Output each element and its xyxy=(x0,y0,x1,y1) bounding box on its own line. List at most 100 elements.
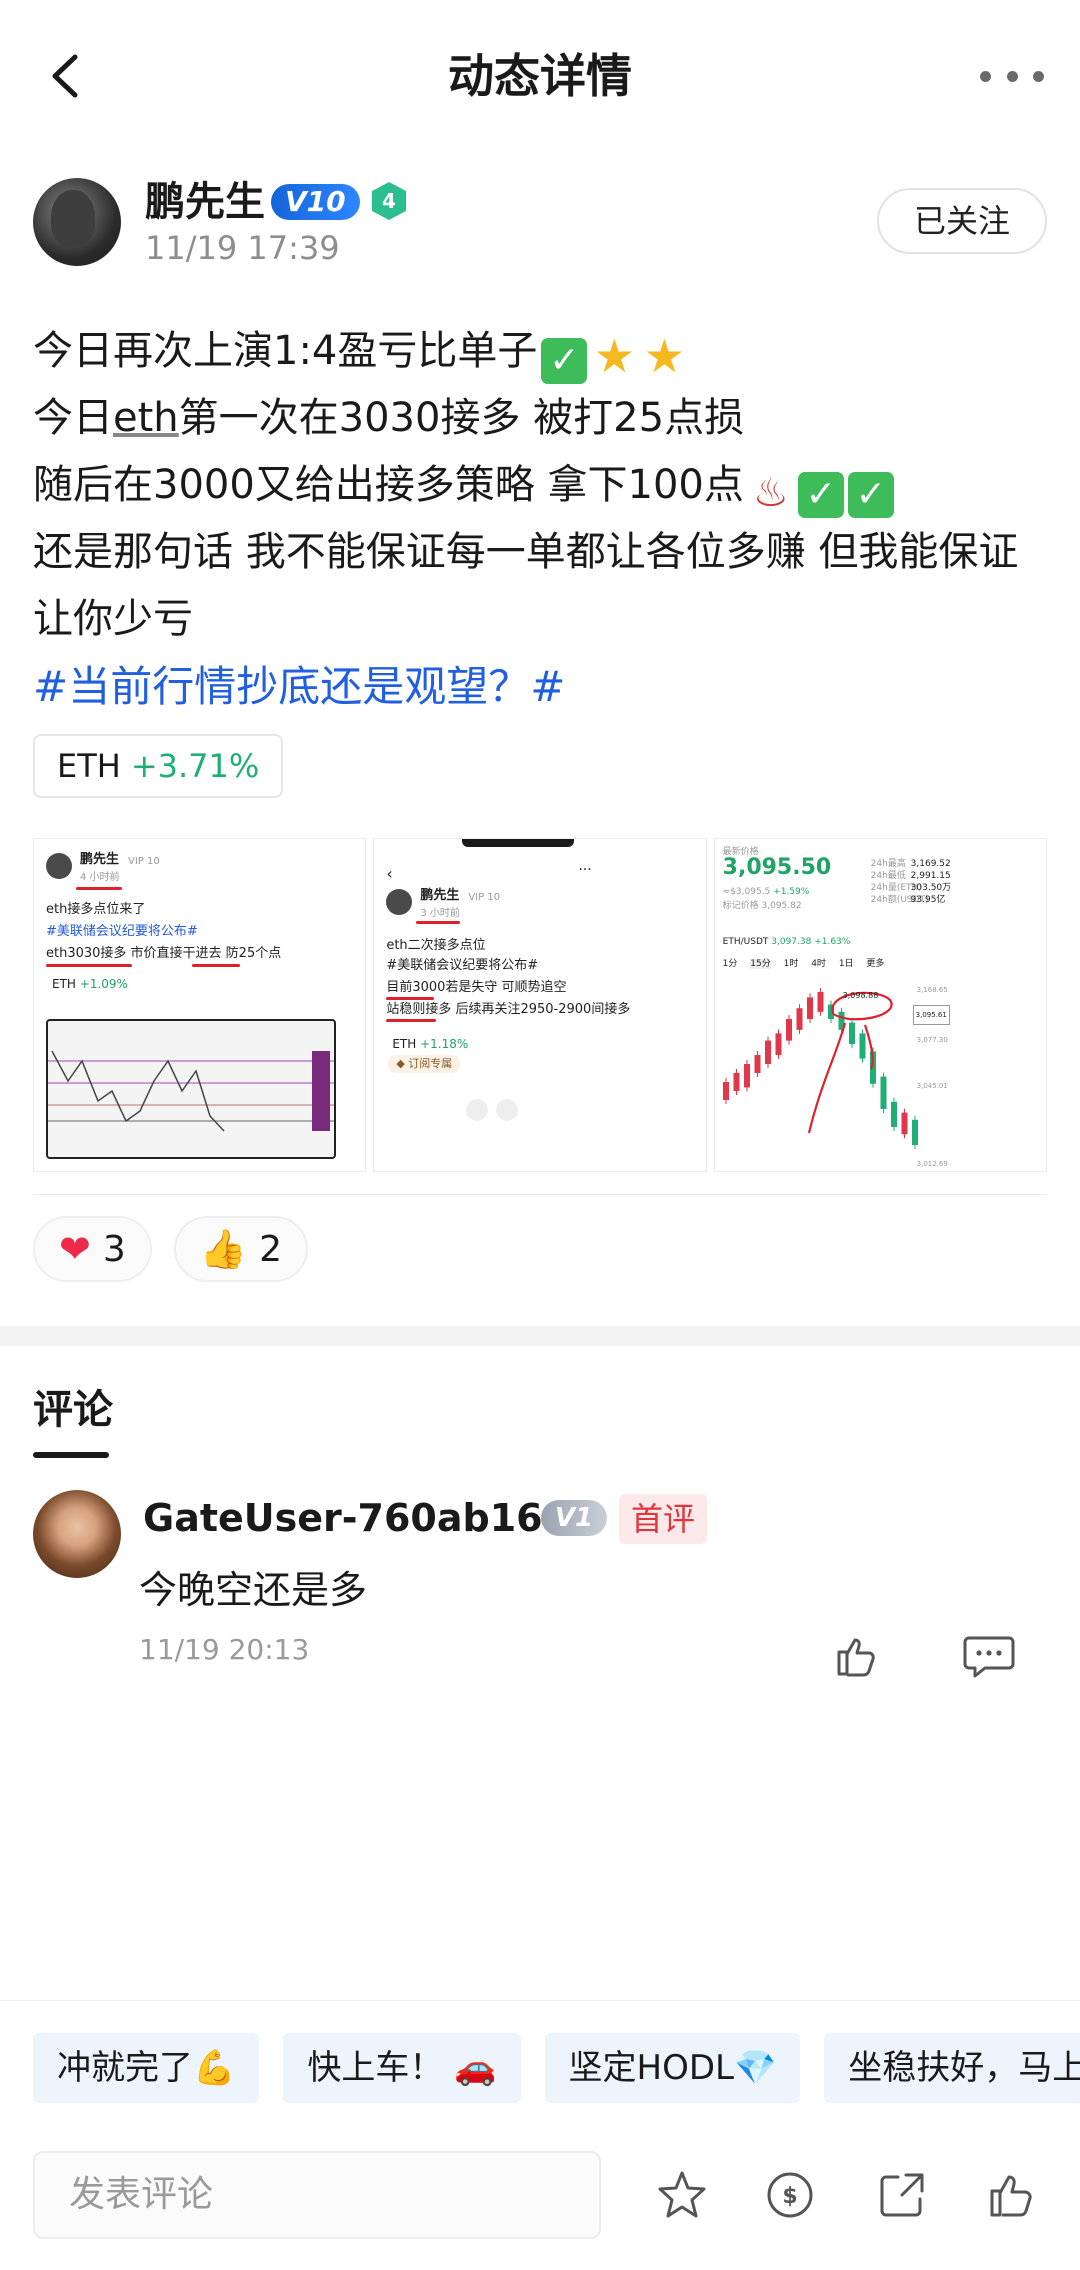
post-line: 还是那句话 我不能保证每一单都让各位多赚 但我能保证让你少亏 xyxy=(33,529,1019,642)
quick-reply-button[interactable]: 冲就完了💪 xyxy=(33,2033,260,2103)
section-separator xyxy=(0,1326,1080,1346)
reaction-heart-button[interactable]: ❤ 3 xyxy=(33,1216,152,1282)
post-text: 今日再次上演1:4盈亏比单子 xyxy=(33,328,538,374)
image-text: 目前3000若是失守 可顺势追空 xyxy=(386,980,567,995)
post-text: 今日 xyxy=(33,395,113,441)
candle xyxy=(890,1101,897,1127)
dot-icon xyxy=(1006,70,1018,82)
image-thumbnail[interactable]: ‹ ··· 鹏先生 VIP 10 3 小时前 eth二次接多点位 #美联储会议纪… xyxy=(373,838,707,1172)
red-annotation xyxy=(386,1019,437,1022)
share-icon[interactable] xyxy=(876,2169,928,2221)
image-gallery: 鹏先生 VIP 10 4 小时前 eth接多点位来了 #美联储会议纪要将公布# … xyxy=(33,838,1047,1172)
candle xyxy=(775,1033,782,1055)
image-text: eth接多点位来了 xyxy=(46,902,146,917)
tab-indicator xyxy=(33,1452,109,1458)
reaction-count: 3 xyxy=(102,1228,126,1270)
image-text: 标记价格 3,095.82 xyxy=(722,901,802,911)
check-mark-icon: ✓ xyxy=(541,338,588,384)
image-time: 4 小时前 xyxy=(80,872,120,883)
mini-chart-lines xyxy=(48,1050,334,1132)
svg-text:$: $ xyxy=(782,2184,797,2209)
post-text: 第一次在3030接多 被打25点损 xyxy=(178,395,745,441)
ticker-change: +3.71% xyxy=(130,747,260,785)
candle xyxy=(796,1008,803,1030)
hashtag-link[interactable]: #当前行情抄底还是观望？# xyxy=(33,653,1050,720)
candle xyxy=(817,992,824,1012)
check-mark-icon: ✓ xyxy=(797,472,844,518)
heart-icon: ❤ xyxy=(59,1227,91,1271)
ticker-chip[interactable]: ETH +3.71% xyxy=(33,734,284,798)
subscribe-tag: ◆ 订阅专属 xyxy=(388,1055,461,1073)
candle xyxy=(911,1119,918,1145)
top-bar: 动态详情 xyxy=(0,0,1080,150)
commenter-avatar[interactable] xyxy=(33,1490,121,1578)
post-timestamp: 11/19 17:39 xyxy=(145,229,340,267)
image-text: eth3030接多 市价直接干进去 防25个点 xyxy=(46,946,282,961)
red-annotation xyxy=(46,964,132,967)
follow-button[interactable]: 已关注 xyxy=(877,188,1047,254)
image-author: 鹏先生 xyxy=(80,852,120,867)
avatar xyxy=(46,853,72,879)
image-vip: VIP 10 xyxy=(468,892,501,903)
red-annotation xyxy=(807,991,893,1134)
reactions-row: ❤ 3 👍 2 xyxy=(33,1216,308,1282)
reaction-thumbs-button[interactable]: 👍 2 xyxy=(173,1216,308,1282)
author-avatar[interactable] xyxy=(33,178,121,266)
candle xyxy=(743,1064,750,1088)
candle xyxy=(859,1033,866,1059)
thumbs-up-icon[interactable] xyxy=(833,1632,881,1680)
image-text: #美联储会议纪要将公布# xyxy=(46,924,198,939)
quick-reply-button[interactable]: 坚定HODL💎 xyxy=(544,2033,801,2103)
level-badge-icon: 4 xyxy=(372,182,406,220)
post-line: 随后在3000又给出接多策略 拿下100点 ♨ ✓ ✓ xyxy=(33,452,1050,519)
tip-coin-icon[interactable]: $ xyxy=(764,2169,816,2221)
red-annotation xyxy=(386,997,435,1000)
star-icon: ★ xyxy=(593,329,635,383)
vip-badge: V1 xyxy=(541,1500,607,1536)
image-thumbnail[interactable]: 鹏先生 VIP 10 4 小时前 eth接多点位来了 #美联储会议纪要将公布# … xyxy=(33,838,367,1172)
share-icon xyxy=(466,1099,489,1121)
svg-text:4: 4 xyxy=(382,189,396,213)
candle xyxy=(733,1073,740,1091)
quick-reply-button[interactable]: 坐稳扶好，马上 xyxy=(824,2033,1080,2103)
comment-item: GateUser-760ab164 V1 首评 今晚空还是多 11/19 20:… xyxy=(33,1490,1047,1690)
candle xyxy=(722,1082,729,1100)
image-text: eth二次接多点位 xyxy=(386,938,486,953)
more-icon: ··· xyxy=(578,862,592,878)
more-options-button[interactable] xyxy=(980,52,1044,100)
image-ticker: ETH +1.18% xyxy=(392,1037,469,1051)
candle xyxy=(901,1112,908,1135)
comment-reply-icon[interactable] xyxy=(963,1632,1015,1680)
comment-text: 今晚空还是多 xyxy=(139,1568,368,1612)
page-title: 动态详情 xyxy=(448,49,632,103)
post-text: 随后在3000又给出接多策略 拿下100点 xyxy=(33,462,744,508)
post-line: 今日eth第一次在3030接多 被打25点损 xyxy=(33,385,1050,452)
phone-notch xyxy=(462,839,575,847)
peak-label: 3,098.88 xyxy=(842,991,879,1000)
coin-link[interactable]: eth xyxy=(113,395,179,441)
dot-icon xyxy=(1033,70,1044,82)
candle xyxy=(764,1040,771,1064)
interval-tabs: 1分 15分 1时 4时 1日 更多 xyxy=(722,959,885,969)
candle xyxy=(806,997,813,1019)
comments-tab[interactable]: 评论 xyxy=(33,1380,113,1440)
star-icon[interactable] xyxy=(656,2169,708,2221)
author-name[interactable]: 鹏先生 xyxy=(145,178,265,226)
thumbs-up-icon[interactable] xyxy=(986,2169,1038,2221)
commenter-name[interactable]: GateUser-760ab164 xyxy=(143,1494,569,1542)
image-thumbnail[interactable]: 最新价格 3,095.50 ≈$3,095.5 +1.59% 标记价格 3,09… xyxy=(713,838,1047,1172)
candle xyxy=(754,1055,761,1073)
red-annotation xyxy=(416,921,461,924)
image-ticker: ETH +1.09% xyxy=(52,977,128,991)
red-annotation xyxy=(76,887,122,890)
image-vip: VIP 10 xyxy=(128,856,160,867)
post-line: 今日再次上演1:4盈亏比单子 ✓ ★ ★ xyxy=(33,318,1050,385)
comment-input[interactable]: 发表评论 xyxy=(33,2151,601,2239)
post-content: 今日再次上演1:4盈亏比单子 ✓ ★ ★ 今日eth第一次在3030接多 被打25点损… xyxy=(33,318,1050,720)
thumbs-up-icon: 👍 xyxy=(199,1227,248,1271)
quick-reply-button[interactable]: 快上车！ 🚗 xyxy=(283,2033,521,2103)
candle xyxy=(880,1076,887,1109)
image-text: 站稳则接多 后续再关注2950-2900间接多 xyxy=(386,1002,631,1017)
avatar xyxy=(386,889,413,915)
quick-replies: 冲就完了💪 快上车！ 🚗 坚定HODL💎 坐稳扶好，马上 xyxy=(33,2033,1080,2103)
